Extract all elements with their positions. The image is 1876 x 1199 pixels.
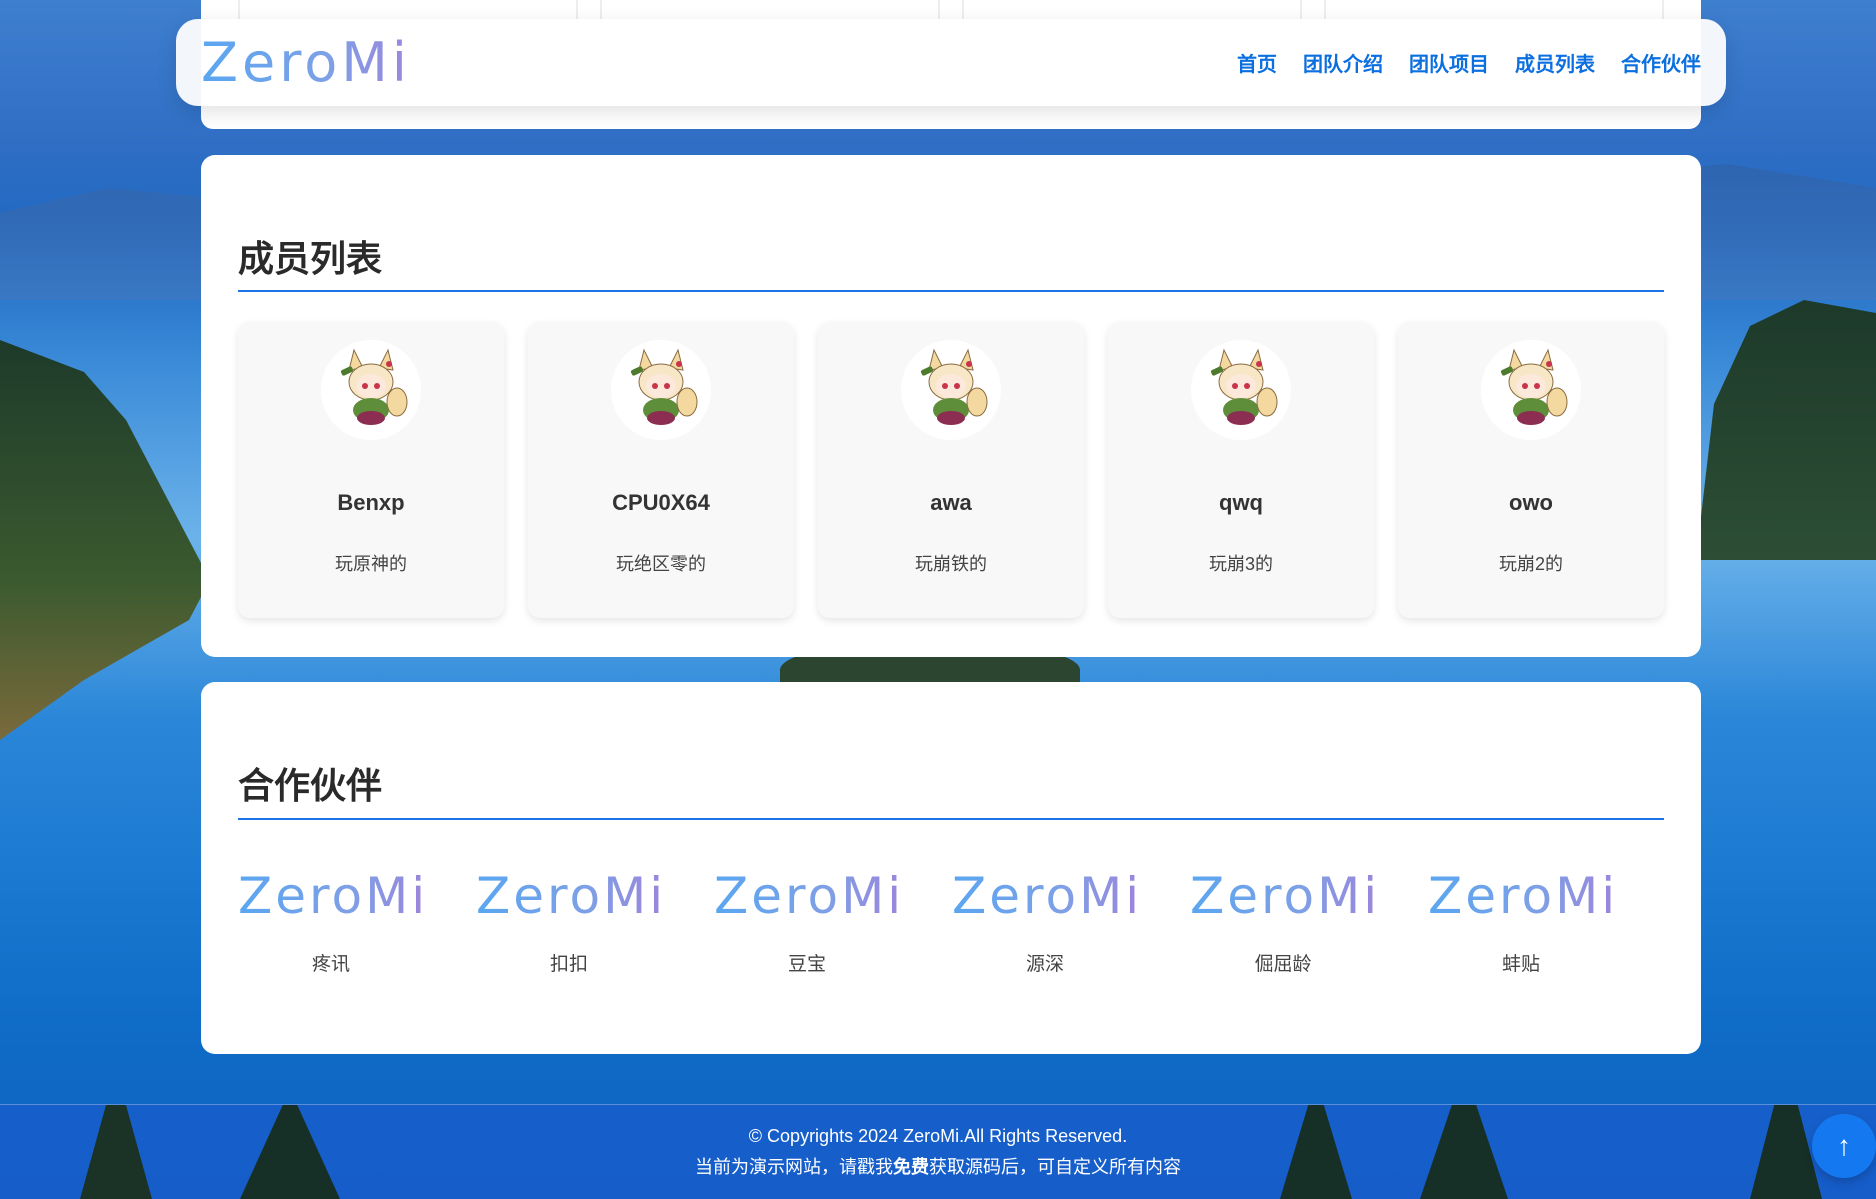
forest-right [1696, 300, 1876, 560]
partner-logo: ZeroMi [714, 867, 905, 925]
section-title: 成员列表 [238, 239, 383, 280]
member-description: 玩崩铁的 [915, 554, 987, 574]
avatar [1481, 340, 1581, 440]
tree-silhouette [240, 1105, 340, 1199]
partner-logo: ZeroMi [1190, 867, 1381, 925]
member-name: awa [930, 490, 972, 515]
member-card[interactable]: qwq 玩崩3的 [1108, 322, 1374, 618]
partner-name: 倔屈龄 [1254, 954, 1312, 975]
partner-item[interactable]: ZeroMi 蚌贴 [1428, 867, 1619, 976]
demo-notice: 当前为演示网站，请戳我免费获取源码后，可自定义所有内容 [0, 1153, 1876, 1179]
partners-card: 合作伙伴 ZeroMi 疼讯 ZeroMi 扣扣 ZeroMi 豆宝 ZeroMi 源深 Zer… [201, 682, 1701, 1054]
partner-logo: ZeroMi [952, 867, 1143, 925]
nav-members[interactable]: 成员列表 [1515, 48, 1595, 77]
member-card[interactable]: owo 玩崩2的 [1398, 322, 1664, 618]
member-card[interactable]: Benxp 玩原神的 [238, 322, 504, 618]
avatar [321, 340, 421, 440]
partner-item[interactable]: ZeroMi 源深 [952, 867, 1143, 976]
member-description: 玩崩2的 [1498, 554, 1563, 574]
member-name: Benxp [337, 490, 405, 515]
partner-name: 扣扣 [549, 954, 588, 975]
partner-item[interactable]: ZeroMi 疼讯 [238, 867, 429, 976]
partner-item[interactable]: ZeroMi 豆宝 [714, 867, 905, 976]
partner-name: 源深 [1025, 954, 1064, 975]
nav-team-intro[interactable]: 团队介绍 [1303, 48, 1383, 77]
member-list: Benxp 玩原神的 CPU0X64 玩绝区零的 awa 玩崩铁的 qwq 玩崩3的 owo 玩崩… [238, 322, 1664, 618]
partner-list: ZeroMi 疼讯 ZeroMi 扣扣 ZeroMi 豆宝 ZeroMi 源深 ZeroMi 倔屈… [238, 867, 1619, 976]
member-name: CPU0X64 [612, 490, 710, 515]
member-card[interactable]: CPU0X64 玩绝区零的 [528, 322, 794, 618]
demo-notice-prefix: 当前为演示网站，请戳我 [695, 1157, 893, 1177]
arrow-up-icon: ↑ [1837, 1130, 1851, 1161]
copyright-text: © Copyrights 2024 ZeroMi.All Rights Rese… [748, 1126, 1128, 1146]
section-divider [238, 818, 1664, 820]
partner-name: 疼讯 [311, 954, 350, 975]
nav-partners[interactable]: 合作伙伴 [1621, 48, 1701, 77]
nav-home[interactable]: 首页 [1237, 48, 1277, 77]
partner-logo: ZeroMi [1428, 867, 1619, 925]
partner-item[interactable]: ZeroMi 倔屈龄 [1190, 867, 1381, 976]
avatar [901, 340, 1001, 440]
member-description: 玩崩3的 [1208, 554, 1273, 574]
tree-silhouette [1420, 1105, 1508, 1199]
site-logo[interactable]: ZeroMi [201, 31, 411, 94]
nav-team-projects[interactable]: 团队项目 [1409, 48, 1489, 77]
main-nav: 首页 团队介绍 团队项目 成员列表 合作伙伴 [1237, 48, 1701, 77]
section-title: 合作伙伴 [238, 766, 383, 807]
member-name: qwq [1219, 490, 1263, 515]
tree-silhouette [1280, 1105, 1352, 1199]
member-card[interactable]: awa 玩崩铁的 [818, 322, 1084, 618]
free-source-link[interactable]: 免费 [893, 1157, 929, 1177]
avatar [1191, 340, 1291, 440]
partner-logo: ZeroMi [476, 867, 667, 925]
members-card: 成员列表 Benxp 玩原神的 CPU0X64 玩绝区零的 awa 玩崩铁的 qwq 玩崩3的… [201, 155, 1701, 657]
member-description: 玩绝区零的 [616, 554, 706, 574]
partner-item[interactable]: ZeroMi 扣扣 [476, 867, 667, 976]
back-to-top-button[interactable]: ↑ [1812, 1114, 1876, 1178]
section-divider [238, 290, 1664, 292]
partner-logo: ZeroMi [238, 867, 429, 925]
site-footer: © Copyrights 2024 ZeroMi.All Rights Rese… [0, 1104, 1876, 1199]
site-header: ZeroMi 首页 团队介绍 团队项目 成员列表 合作伙伴 [176, 19, 1726, 106]
tree-silhouette [1750, 1105, 1822, 1199]
demo-notice-suffix: 获取源码后，可自定义所有内容 [929, 1157, 1181, 1177]
forest-left [0, 340, 210, 740]
avatar [611, 340, 711, 440]
member-description: 玩原神的 [335, 554, 407, 574]
member-name: owo [1509, 490, 1553, 515]
partner-name: 豆宝 [787, 954, 826, 975]
partner-name: 蚌贴 [1501, 954, 1540, 975]
tree-silhouette [80, 1105, 152, 1199]
